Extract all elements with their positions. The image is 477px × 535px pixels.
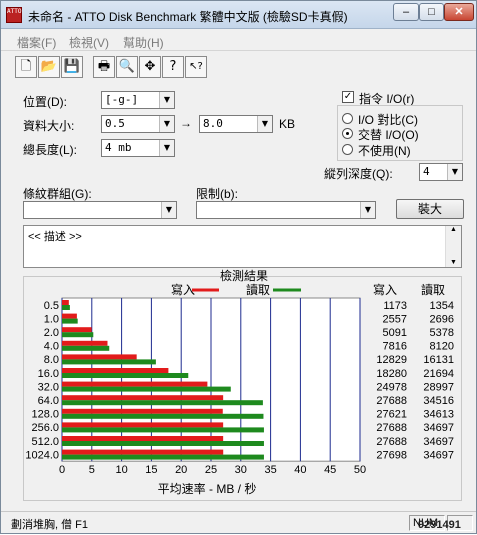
y-category-label: 2.0 — [44, 327, 59, 339]
read-value: 34613 — [423, 409, 454, 421]
read-value: 34697 — [423, 422, 454, 434]
write-value: 1173 — [383, 300, 407, 312]
read-value: 28997 — [423, 381, 454, 393]
legend-write-label: 寫入 — [171, 282, 195, 297]
y-category-label: 32.0 — [38, 381, 59, 393]
read-bar — [62, 359, 156, 365]
write-bar — [62, 395, 224, 401]
x-tick-label: 0 — [59, 464, 65, 476]
read-bar — [62, 427, 264, 433]
write-bar — [62, 327, 92, 333]
x-tick-label: 25 — [205, 464, 217, 476]
read-value: 1354 — [430, 300, 454, 312]
write-bar — [62, 313, 77, 319]
y-category-label: 128.0 — [31, 409, 59, 421]
watermark-text: 9291491 — [418, 519, 461, 531]
write-bar — [62, 422, 224, 428]
x-tick-label: 45 — [324, 464, 336, 476]
write-value: 2557 — [383, 313, 407, 325]
write-value: 27688 — [376, 422, 407, 434]
read-value: 16131 — [423, 354, 454, 366]
x-tick-label: 5 — [89, 464, 95, 476]
y-category-label: 1024.0 — [25, 449, 59, 461]
x-tick-label: 50 — [354, 464, 366, 476]
read-bar — [62, 400, 263, 406]
read-value: 34516 — [423, 395, 454, 407]
write-bar — [62, 340, 108, 346]
read-bar — [62, 441, 264, 446]
x-tick-label: 20 — [175, 464, 187, 476]
y-category-label: 1.0 — [44, 313, 59, 325]
app-window: ATTO 未命名 - ATTO Disk Benchmark 繁體中文版 (檢驗… — [0, 0, 477, 534]
write-value: 27698 — [376, 449, 407, 461]
read-value: 2696 — [430, 313, 454, 325]
read-bar — [62, 373, 189, 378]
read-value: 21694 — [423, 368, 454, 380]
y-category-label: 512.0 — [31, 436, 59, 448]
read-bar — [62, 386, 231, 392]
write-value: 27688 — [376, 436, 407, 448]
write-value: 27621 — [376, 409, 407, 421]
read-value: 5378 — [430, 327, 454, 339]
write-value: 5091 — [383, 327, 407, 339]
write-bar — [62, 381, 208, 387]
results-chart: 檢測結果 寫入 讀取 寫入 讀取 0 5 10 15 20 25 30 35 40 45 50 0.5… — [25, 268, 454, 496]
write-value: 7816 — [383, 341, 407, 353]
write-value: 18280 — [376, 368, 407, 380]
y-category-label: 16.0 — [38, 368, 59, 380]
results-title: 檢測結果 — [220, 268, 268, 283]
read-value: 34697 — [423, 436, 454, 448]
x-tick-label: 35 — [264, 464, 276, 476]
write-bar — [62, 300, 69, 305]
write-value: 24978 — [376, 381, 407, 393]
y-category-label: 8.0 — [44, 354, 59, 366]
read-bar — [62, 345, 110, 351]
read-bar — [62, 332, 94, 338]
read-bar — [62, 454, 264, 460]
write-bar — [62, 368, 169, 373]
write-bar — [62, 408, 223, 414]
x-tick-label: 15 — [145, 464, 157, 476]
read-value: 8120 — [430, 341, 454, 353]
write-value: 27688 — [376, 395, 407, 407]
read-bar — [62, 413, 264, 419]
status-text: 劃消堆胸, 僧 F1 — [11, 519, 89, 531]
write-bar — [62, 436, 224, 441]
read-bar — [62, 318, 78, 324]
read-column-header: 讀取 — [421, 283, 445, 297]
read-bar — [62, 305, 70, 310]
y-category-label: 4.0 — [44, 341, 59, 353]
write-bar — [62, 449, 224, 455]
write-column-header: 寫入 — [373, 282, 397, 297]
y-category-label: 0.5 — [44, 300, 59, 312]
x-tick-label: 40 — [294, 464, 306, 476]
x-tick-label: 10 — [115, 464, 127, 476]
x-tick-label: 30 — [235, 464, 247, 476]
read-value: 34697 — [423, 449, 454, 461]
y-category-label: 256.0 — [31, 422, 59, 434]
legend-read-label: 讀取 — [246, 283, 270, 297]
write-bar — [62, 354, 137, 360]
status-bar: 劃消堆胸, 僧 F1 NUM 9291491 — [1, 511, 476, 533]
write-value: 12829 — [376, 354, 407, 366]
x-axis-label: 平均速率 - MB / 秒 — [158, 481, 257, 496]
y-category-label: 64.0 — [38, 395, 59, 407]
